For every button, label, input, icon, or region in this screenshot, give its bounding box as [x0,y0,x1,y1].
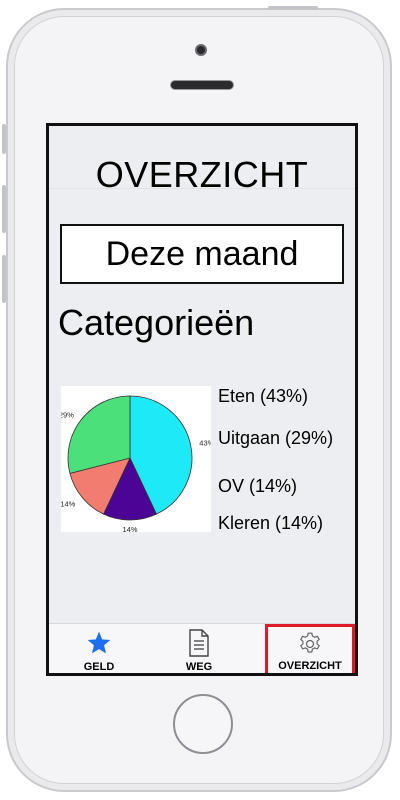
tab-geld[interactable]: GELD [49,624,149,673]
section-title: Categorieën [58,302,255,343]
legend-item-uitgaan: Uitgaan (29%) [218,428,334,448]
tab-weg[interactable]: WEG [149,624,249,673]
gear-icon [300,632,320,653]
home-button[interactable] [173,694,233,754]
page-title: OVERZICHT [95,154,309,195]
app-screen: OVERZICHT Deze maand Categorieën 43% 14% 1… [46,123,358,676]
pie-label-eten: 43% [199,439,211,448]
document-icon [189,629,209,657]
title-divider [49,188,355,189]
category-pie-chart: 43% 14% 14% 29% [61,386,211,532]
pie-label-kleren: 14% [61,499,76,508]
tab-bar: GELD WEG OVERZICHT [49,623,355,673]
tab-geld-label: GELD [83,661,115,673]
tab-overzicht[interactable]: OVERZICHT [265,624,355,673]
period-selector[interactable]: Deze maand [60,224,344,284]
volume-up-button [2,185,6,233]
power-button [268,6,318,10]
star-icon [87,631,111,654]
front-camera [195,44,207,56]
pie-label-ov: 14% [122,525,137,532]
earpiece-speaker [170,80,234,90]
volume-down-button [2,255,6,303]
pie-label-uitgaan: 29% [61,410,74,419]
tab-overzicht-label: OVERZICHT [278,660,342,672]
legend-item-eten: Eten (43%) [218,386,309,406]
legend-item-ov: OV (14%) [218,476,298,496]
legend-item-kleren: Kleren (14%) [218,513,324,533]
mute-switch [2,124,6,154]
pie-svg: 43% 14% 14% 29% [61,395,211,532]
tab-weg-label: WEG [185,661,213,673]
